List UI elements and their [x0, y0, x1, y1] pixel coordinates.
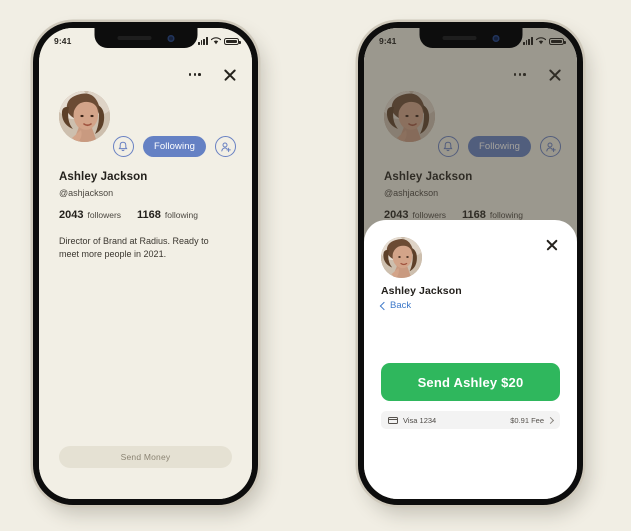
- cellular-bars-icon: [522, 37, 533, 45]
- screenshot-canvas: 9:41 Following Ashley Jackson @ashjackso…: [0, 0, 631, 531]
- avatar[interactable]: [59, 91, 110, 142]
- phone-mockup-left: 9:41 Following Ashley Jackson @ashjackso…: [33, 22, 258, 505]
- send-payment-label: Send Ashley $20: [417, 374, 524, 390]
- payment-fee-group: $0.91 Fee: [510, 415, 555, 425]
- chevron-left-icon: [379, 301, 389, 310]
- status-bar-indicators: [522, 37, 566, 45]
- phone-screen-left: 9:41 Following Ashley Jackson @ashjackso…: [39, 28, 252, 499]
- payment-card-label: Visa 1234: [403, 415, 437, 425]
- front-camera-icon: [167, 34, 174, 42]
- followers-label: followers: [87, 210, 122, 220]
- earpiece-speaker: [117, 36, 151, 40]
- profile-top-actions: [188, 68, 236, 81]
- profile-handle: @ashjackson: [59, 188, 114, 198]
- modal-avatar: [381, 237, 422, 278]
- status-bar-indicators: [197, 37, 241, 45]
- profile-page: 9:41 Following Ashley Jackson @ashjackso…: [39, 28, 252, 499]
- profile-action-row: Following: [112, 136, 236, 157]
- payment-method-left: Visa 1234: [388, 416, 436, 425]
- send-money-button[interactable]: Send Money: [59, 446, 232, 468]
- phone-screen-right: 9:41 Following Ashley Jackson @ashjackso…: [364, 28, 577, 499]
- following-button[interactable]: Following: [142, 136, 206, 157]
- more-horizontal-icon[interactable]: [188, 73, 201, 76]
- device-notch: [419, 28, 522, 48]
- front-camera-icon: [492, 34, 499, 42]
- device-notch: [94, 28, 197, 48]
- modal-avatar-image: [381, 237, 422, 278]
- payment-fee-label: $0.91 Fee: [510, 415, 544, 425]
- profile-bio: Director of Brand at Radius. Ready to me…: [59, 236, 209, 260]
- battery-icon: [224, 37, 241, 45]
- battery-icon: [549, 37, 566, 45]
- wifi-icon: [211, 37, 221, 45]
- credit-card-icon: [388, 416, 398, 424]
- send-money-modal: Ashley Jackson Back Send Ashley $20 Visa…: [364, 220, 577, 499]
- following-button-label: Following: [153, 141, 195, 152]
- followers-count: 2043: [59, 209, 84, 221]
- modal-back-link[interactable]: Back: [379, 300, 412, 311]
- wifi-icon: [536, 37, 546, 45]
- send-payment-button[interactable]: Send Ashley $20: [381, 363, 560, 401]
- bell-icon[interactable]: [112, 136, 134, 157]
- status-bar-time: 9:41: [54, 36, 72, 46]
- cellular-bars-icon: [197, 37, 208, 45]
- payment-method-row[interactable]: Visa 1234 $0.91 Fee: [381, 411, 560, 429]
- following-label: following: [164, 210, 198, 220]
- phone-mockup-right: 9:41 Following Ashley Jackson @ashjackso…: [358, 22, 583, 505]
- earpiece-speaker: [442, 36, 476, 40]
- send-money-label: Send Money: [120, 452, 171, 462]
- add-person-icon[interactable]: [215, 136, 236, 157]
- modal-recipient-name: Ashley Jackson: [381, 285, 462, 297]
- status-bar-time: 9:41: [379, 36, 397, 46]
- close-icon[interactable]: [223, 68, 236, 81]
- profile-stats: 2043 followers 1168 following: [59, 209, 198, 221]
- following-count: 1168: [137, 209, 161, 221]
- page-title: Ashley Jackson: [59, 171, 148, 183]
- modal-close-icon[interactable]: [545, 238, 558, 251]
- modal-back-label: Back: [390, 300, 412, 311]
- chevron-right-icon: [546, 416, 555, 424]
- avatar-image: [59, 91, 110, 142]
